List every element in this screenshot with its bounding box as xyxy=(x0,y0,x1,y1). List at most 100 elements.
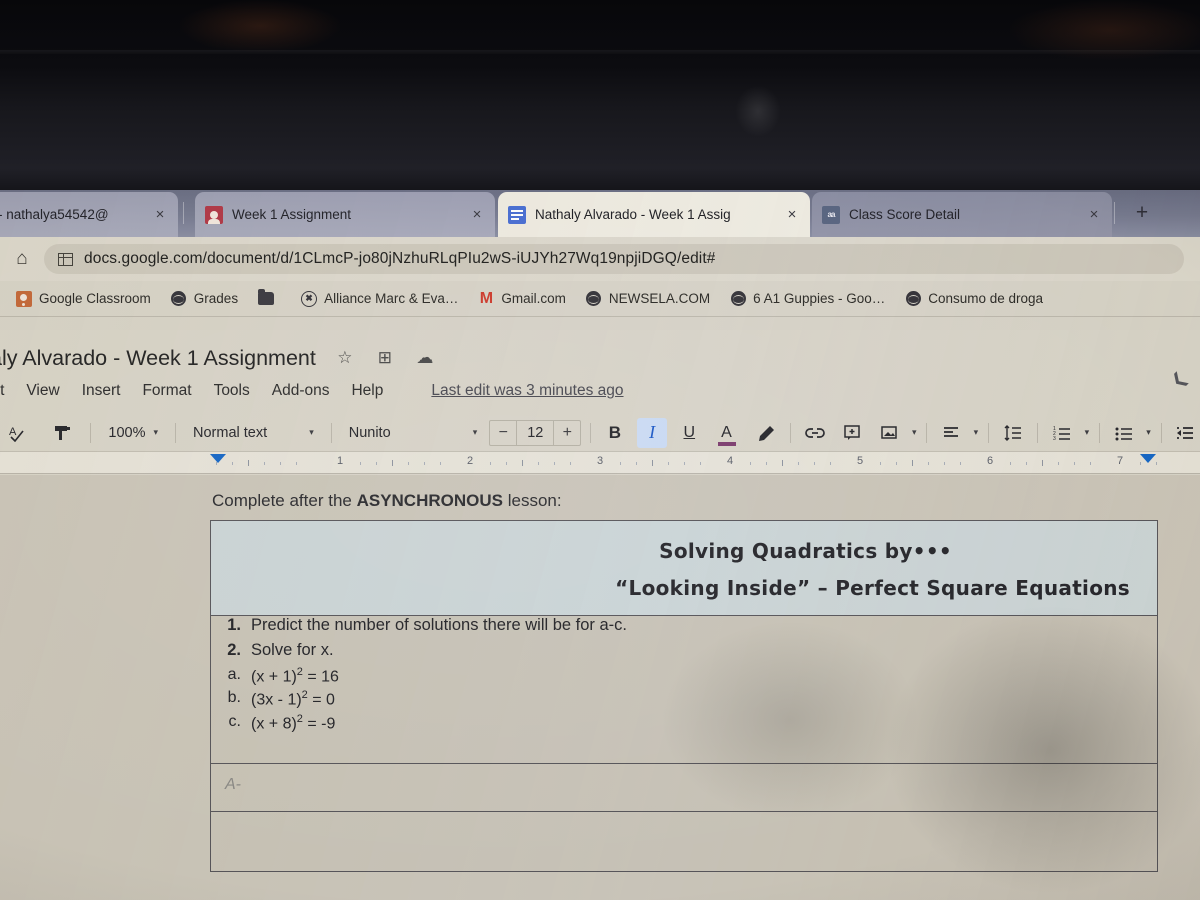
list-item[interactable]: c. (x + 8)2 = -9 xyxy=(211,713,1157,733)
document-title-row: aly Alvarado - Week 1 Assignment ☆ ⊞ ☁ xyxy=(0,340,1200,376)
last-edit-link[interactable]: Last edit was 3 minutes ago xyxy=(431,382,623,400)
table-row-grade[interactable]: A- xyxy=(210,763,1158,812)
monitor-bezel xyxy=(0,0,1200,196)
bookmark-label: Google Classroom xyxy=(39,291,151,306)
highlight-pen-icon[interactable] xyxy=(751,418,780,448)
list-text: Solve for x. xyxy=(251,641,334,659)
toolbar-divider xyxy=(988,422,990,443)
globe-icon xyxy=(905,291,921,307)
menu-item-insert[interactable]: Insert xyxy=(82,382,121,400)
font-size-input[interactable]: 12 xyxy=(516,420,555,445)
bookmark-google-classroom[interactable]: Google Classroom xyxy=(16,290,151,307)
bookmark-grades[interactable]: Grades xyxy=(171,291,238,307)
font-size-decrease-button[interactable]: − xyxy=(490,424,516,442)
align-left-icon[interactable] xyxy=(936,418,965,448)
browser-tab-2[interactable]: Week 1 Assignment × xyxy=(195,192,495,237)
text-color-button[interactable]: A xyxy=(712,418,741,448)
spellcheck-icon[interactable]: A xyxy=(4,418,33,448)
browser-tab-1[interactable]: - nathalya54542@ × xyxy=(0,192,178,237)
document-table[interactable]: Solving Quadratics by••• “Looking Inside… xyxy=(210,520,1158,872)
bookmark-gmail[interactable]: M Gmail.com xyxy=(478,291,566,307)
chevron-down-icon[interactable]: ▾ xyxy=(912,427,917,438)
home-icon[interactable]: ⌂ xyxy=(0,248,44,270)
bookmark-label: Grades xyxy=(193,291,239,306)
address-bar[interactable]: docs.google.com/document/d/1CLmcP-jo80jN… xyxy=(44,244,1184,274)
bookmark-folder[interactable] xyxy=(258,289,281,307)
menu-item-view[interactable]: View xyxy=(26,382,59,400)
menu-item-help[interactable]: Help xyxy=(351,382,383,400)
bold-button[interactable]: B xyxy=(600,418,629,448)
table-row-header[interactable]: Solving Quadratics by••• “Looking Inside… xyxy=(210,520,1158,616)
document-ruler[interactable]: 1 2 3 4 5 6 7 xyxy=(0,452,1200,474)
underline-button[interactable]: U xyxy=(675,418,704,448)
list-item[interactable]: a. (x + 1)2 = 16 xyxy=(211,666,1157,686)
tab-close-icon[interactable]: × xyxy=(150,206,170,223)
new-tab-button[interactable]: + xyxy=(1130,202,1154,226)
globe-icon xyxy=(586,291,602,307)
chevron-down-icon: ▾ xyxy=(153,427,159,437)
bookmarks-bar: Google Classroom Grades ✖ Alliance Marc … xyxy=(0,281,1200,317)
bookmark-alliance[interactable]: ✖ Alliance Marc & Eva… xyxy=(301,290,458,307)
document-page[interactable]: Complete after the ASYNCHRONOUS lesson: … xyxy=(0,475,1200,900)
list-item[interactable]: 1. Predict the number of solutions there… xyxy=(211,616,1157,635)
font-family-value: Nunito xyxy=(348,424,391,441)
star-icon[interactable]: ☆ xyxy=(334,348,356,368)
add-comment-icon[interactable] xyxy=(838,418,867,448)
equation-c: (x + 8)2 = -9 xyxy=(251,712,336,732)
paragraph-style-dropdown[interactable]: Normal text ▾ xyxy=(185,419,322,447)
bookmark-guppies[interactable]: 6 A1 Guppies - Goo… xyxy=(730,291,885,307)
toolbar-divider xyxy=(175,422,176,443)
insert-link-icon[interactable] xyxy=(800,418,829,448)
docs-toolbar: A 100% ▾ Normal text ▾ Nunito ▾ − 12 + B… xyxy=(0,414,1200,452)
list-item[interactable]: b. (3x - 1)2 = 0 xyxy=(211,689,1157,709)
tab-strip: - nathalya54542@ × Week 1 Assignment × N… xyxy=(0,190,1200,237)
menu-item-edit[interactable]: dit xyxy=(0,382,4,400)
table-row-empty[interactable] xyxy=(210,811,1158,872)
italic-button[interactable]: I xyxy=(637,417,667,448)
list-item[interactable]: 2. Solve for x. xyxy=(211,641,1157,660)
page-info-icon[interactable] xyxy=(58,252,73,266)
tab-title: Nathaly Alvarado - Week 1 Assig xyxy=(535,207,731,222)
tab-close-icon[interactable]: × xyxy=(782,206,802,223)
bookmark-newsela[interactable]: NEWSELA.COM xyxy=(586,291,710,307)
menu-item-tools[interactable]: Tools xyxy=(214,382,250,400)
list-marker: b. xyxy=(227,689,241,707)
table-cell-grade[interactable]: A- xyxy=(210,763,1158,812)
tab-title: Week 1 Assignment xyxy=(232,207,352,222)
header-title-line-1: Solving Quadratics by••• xyxy=(659,539,952,563)
decrease-indent-icon[interactable] xyxy=(1171,418,1200,448)
browser-tab-3-active[interactable]: Nathaly Alvarado - Week 1 Assig × xyxy=(498,192,810,237)
table-cell-questions[interactable]: 1. Predict the number of solutions there… xyxy=(210,615,1158,764)
paint-format-icon[interactable] xyxy=(47,418,76,448)
font-size-stepper[interactable]: − 12 + xyxy=(489,419,582,446)
menu-item-format[interactable]: Format xyxy=(142,382,191,400)
globe-icon xyxy=(730,291,746,307)
tab-close-icon[interactable]: × xyxy=(1084,206,1104,223)
chevron-down-icon[interactable]: ▾ xyxy=(1146,427,1151,438)
question-list: 1. Predict the number of solutions there… xyxy=(211,616,1157,660)
bulleted-list-icon[interactable] xyxy=(1109,418,1138,448)
numbered-list-icon[interactable]: 1 2 3 xyxy=(1047,418,1076,448)
zoom-dropdown[interactable]: 100% ▾ xyxy=(100,419,166,447)
move-to-folder-icon[interactable]: ⊞ xyxy=(374,348,396,368)
font-size-increase-button[interactable]: + xyxy=(554,424,580,442)
document-canvas[interactable]: Complete after the ASYNCHRONOUS lesson: … xyxy=(0,475,1200,900)
table-cell-empty[interactable] xyxy=(210,811,1158,872)
insert-image-icon[interactable] xyxy=(875,418,904,448)
folder-icon xyxy=(258,289,275,307)
chevron-down-icon[interactable]: ▾ xyxy=(1085,427,1090,438)
tab-close-icon[interactable]: × xyxy=(467,206,487,223)
table-cell-header[interactable]: Solving Quadratics by••• “Looking Inside… xyxy=(210,520,1158,616)
bookmark-consumo[interactable]: Consumo de droga xyxy=(905,291,1043,307)
svg-text:A: A xyxy=(9,426,17,438)
document-title[interactable]: aly Alvarado - Week 1 Assignment xyxy=(0,346,316,371)
line-spacing-icon[interactable] xyxy=(998,418,1027,448)
cloud-saved-icon[interactable]: ☁ xyxy=(414,348,436,368)
chevron-down-icon[interactable]: ▾ xyxy=(974,427,979,438)
menu-item-addons[interactable]: Add-ons xyxy=(272,382,330,400)
bezel-seam xyxy=(0,50,1200,54)
browser-tab-4[interactable]: aa Class Score Detail × xyxy=(812,192,1112,237)
font-family-dropdown[interactable]: Nunito ▾ xyxy=(341,419,486,447)
google-docs-icon xyxy=(508,205,526,224)
table-row-body[interactable]: 1. Predict the number of solutions there… xyxy=(210,615,1158,764)
